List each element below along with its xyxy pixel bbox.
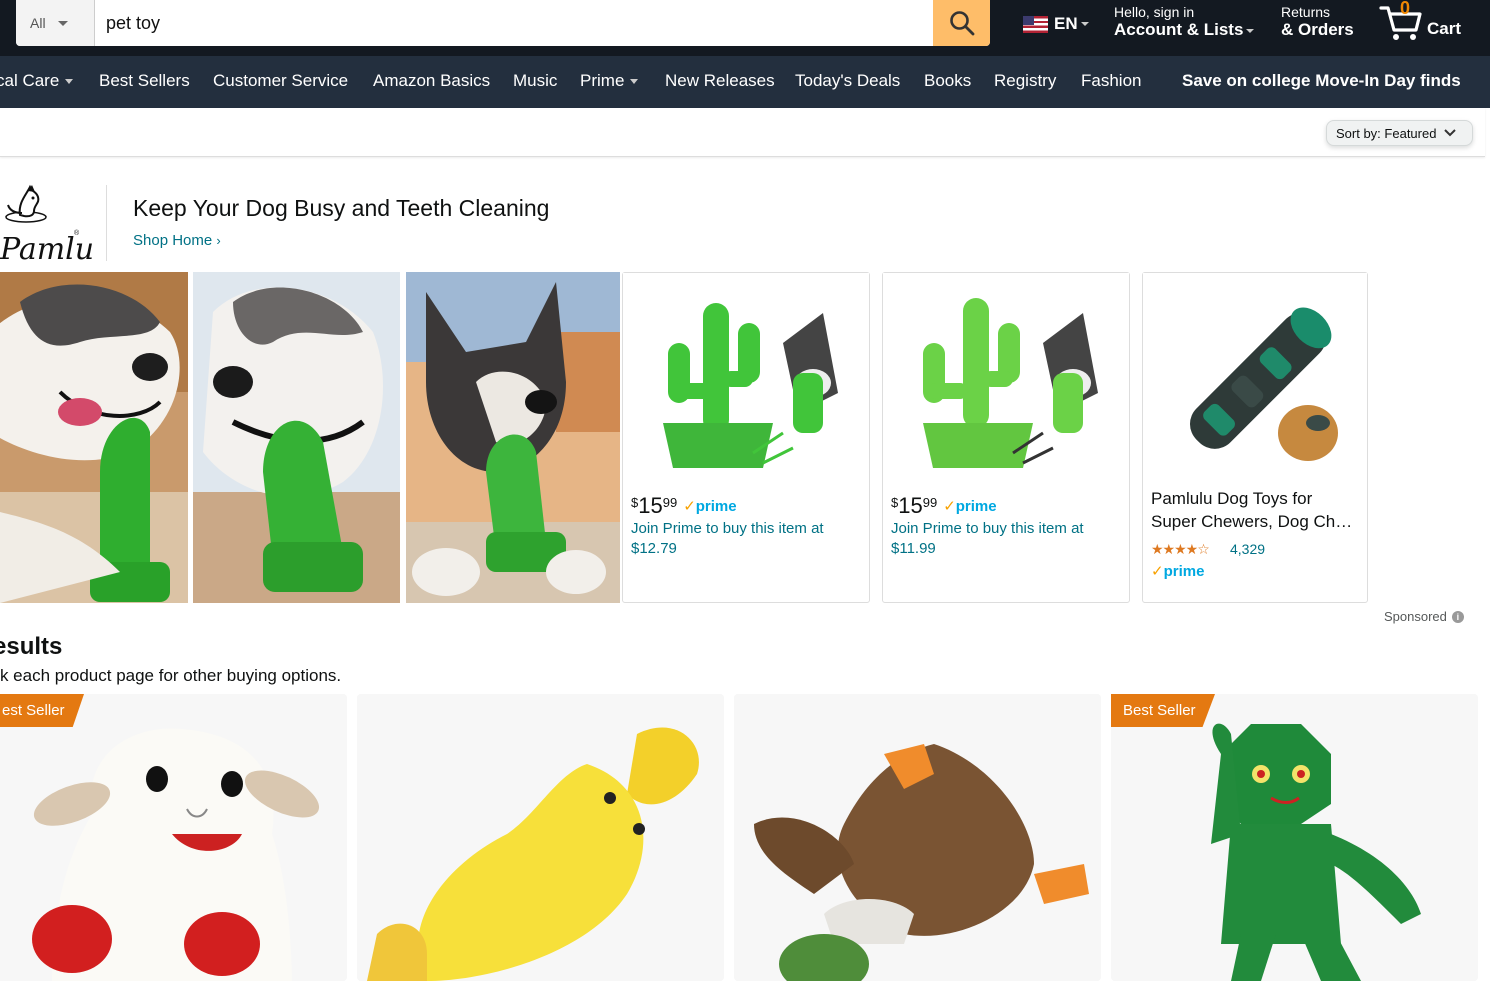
chevron-down-icon — [1080, 22, 1089, 26]
nav-item-new-releases[interactable]: New Releases — [665, 71, 775, 91]
best-seller-badge: est Seller — [0, 694, 84, 727]
search-department-label: All — [30, 15, 46, 31]
sponsored-product-card[interactable]: Pamlulu Dog Toys for Super Chewers, Dog … — [1142, 272, 1368, 603]
brand-video-photo-3[interactable] — [406, 272, 620, 603]
price-symbol: $ — [631, 495, 639, 510]
pamlulu-logo[interactable]: Pamlulu ® — [0, 183, 92, 263]
sponsored-label[interactable]: Sponsored i — [1384, 609, 1464, 624]
prime-check-icon: ✓ — [683, 498, 696, 515]
nav-item-best-sellers[interactable]: Best Sellers — [99, 71, 190, 91]
shop-home-label: Shop Home — [133, 232, 213, 249]
product-tile[interactable] — [357, 694, 724, 981]
returns-orders-link[interactable]: Returns & Orders — [1281, 4, 1354, 40]
prime-check-icon: ✓ — [1151, 563, 1164, 580]
chevron-down-icon — [65, 79, 74, 85]
nav-item-personal-care[interactable]: cal Care — [0, 71, 74, 91]
us-flag-icon — [1023, 15, 1048, 33]
product-image[interactable] — [623, 273, 869, 482]
nav-item-fashion[interactable]: Fashion — [1081, 71, 1141, 91]
nav-item-todays-deals[interactable]: Today's Deals — [795, 71, 900, 91]
search-department-dropdown[interactable]: All — [16, 0, 95, 46]
sponsored-product-card[interactable]: $15 99 ✓prime Join Prime to buy this item… — [882, 272, 1130, 603]
cart-count: 0 — [1400, 0, 1411, 18]
chevron-down-icon — [1246, 28, 1255, 33]
product-tile[interactable] — [734, 694, 1101, 981]
nav-item-customer-service[interactable]: Customer Service — [213, 71, 348, 91]
language-label: EN — [1054, 14, 1078, 33]
join-prime-link[interactable]: Join Prime to buy this item at $12.79 — [631, 519, 851, 559]
brand-divider — [106, 185, 107, 261]
chevron-right-icon: › — [216, 233, 221, 248]
chevron-down-icon — [1444, 129, 1457, 137]
search-input[interactable] — [96, 0, 933, 46]
product-price: $15 99 ✓prime — [631, 493, 737, 519]
search-button[interactable] — [933, 0, 990, 46]
sort-dropdown[interactable]: Sort by: Featured — [1326, 120, 1473, 146]
nav-label: cal Care — [0, 71, 60, 90]
results-heading: esults — [0, 633, 63, 660]
search-bar: All — [16, 0, 990, 46]
nav-promo-link[interactable]: Save on college Move-In Day finds — [1182, 71, 1461, 91]
account-lists-label: Account & Lists — [1114, 20, 1244, 39]
product-image[interactable] — [883, 273, 1129, 482]
cart-button[interactable]: 0 Cart — [1378, 0, 1478, 46]
prime-check-icon: ✓ — [943, 498, 956, 515]
price-cents: 99 — [662, 495, 678, 510]
prime-badge: ✓prime — [683, 497, 736, 515]
orders-label: & Orders — [1281, 20, 1354, 39]
nav-item-prime[interactable]: Prime — [580, 71, 639, 91]
price-whole: 15 — [898, 493, 923, 518]
returns-label: Returns — [1281, 4, 1331, 20]
results-subheading: eck each product page for other buying o… — [0, 666, 342, 685]
account-menu[interactable]: Hello, sign in Account & Lists — [1114, 4, 1255, 40]
language-selector[interactable]: EN — [1023, 14, 1089, 34]
join-prime-link[interactable]: Join Prime to buy this item at $11.99 — [891, 519, 1111, 559]
best-seller-badge: Best Seller — [1111, 694, 1215, 727]
prime-badge: ✓prime — [1151, 562, 1204, 580]
prime-label: prime — [955, 498, 997, 515]
shop-home-link[interactable]: Shop Home › — [133, 232, 221, 249]
account-greeting: Hello, sign in — [1114, 4, 1195, 20]
brand-headline[interactable]: Keep Your Dog Busy and Teeth Cleaning — [133, 195, 549, 222]
nav-item-music[interactable]: Music — [513, 71, 557, 91]
chevron-down-icon — [630, 79, 639, 85]
info-icon: i — [1451, 610, 1464, 623]
brand-video-photo-1[interactable] — [0, 272, 188, 603]
nav-item-registry[interactable]: Registry — [994, 71, 1056, 91]
nav-item-amazon-basics[interactable]: Amazon Basics — [373, 71, 490, 91]
star-rating-icon[interactable]: ★★★★☆ — [1151, 541, 1210, 558]
prime-badge: ✓prime — [943, 497, 996, 515]
nav-bar: cal Care Best Sellers Customer Service A… — [0, 56, 1490, 108]
rating-count-link[interactable]: 4,329 — [1230, 541, 1265, 557]
chevron-down-icon — [57, 20, 68, 26]
prime-label: prime — [695, 498, 737, 515]
price-whole: 15 — [638, 493, 663, 518]
sponsored-product-card[interactable]: $15 99 ✓prime Join Prime to buy this item… — [622, 272, 870, 603]
nav-label: Prime — [580, 71, 625, 90]
results-toolbar: Sort by: Featured — [0, 108, 1485, 157]
cart-label: Cart — [1427, 19, 1462, 38]
sponsored-text: Sponsored — [1384, 609, 1447, 624]
sort-label: Sort by: — [1336, 125, 1381, 141]
svg-text:®: ® — [74, 229, 80, 237]
product-image[interactable] — [1143, 273, 1367, 482]
nav-item-books[interactable]: Books — [924, 71, 971, 91]
search-icon — [949, 11, 974, 36]
product-title-link[interactable]: Pamlulu Dog Toys for Super Chewers, Dog … — [1151, 487, 1361, 533]
sort-value: Featured — [1384, 125, 1437, 141]
price-symbol: $ — [891, 495, 899, 510]
brand-video-photo-2[interactable] — [193, 272, 400, 603]
price-cents: 99 — [922, 495, 938, 510]
prime-label: prime — [1163, 563, 1205, 580]
product-tile[interactable] — [0, 694, 347, 981]
product-tile[interactable] — [1111, 694, 1478, 981]
top-header: All EN Hello, sign in Account & Lists Re… — [0, 0, 1490, 56]
product-price: $15 99 ✓prime — [891, 493, 997, 519]
